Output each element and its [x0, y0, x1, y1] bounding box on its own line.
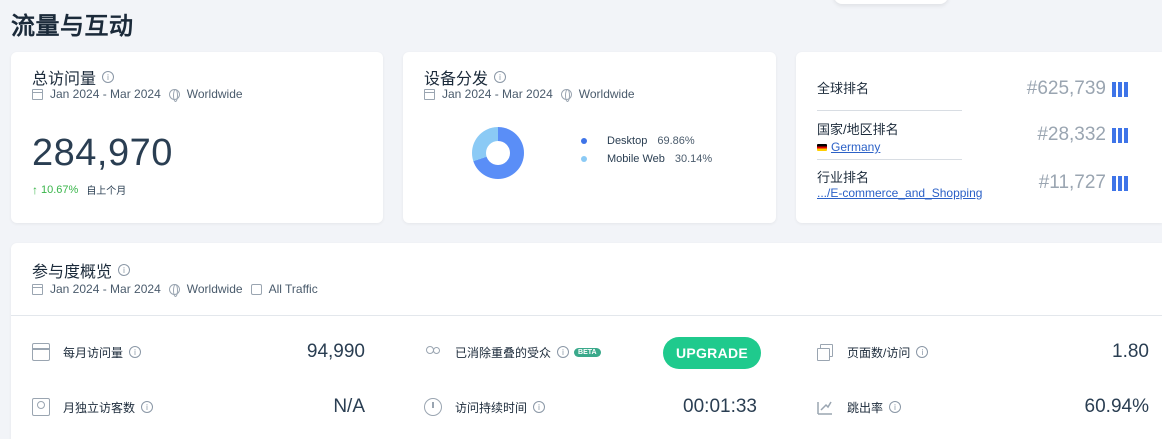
visit-duration-value: 00:01:33: [683, 396, 757, 417]
info-icon[interactable]: i: [102, 71, 115, 83]
arrow-up-icon: ↑: [32, 182, 38, 197]
date-range: Jan 2024 - Mar 2024: [50, 282, 161, 296]
mobile-dot: [581, 156, 587, 162]
globe-icon: [560, 88, 572, 102]
legend-label: Mobile Web: [607, 153, 665, 165]
date-range: Jan 2024 - Mar 2024: [50, 87, 161, 101]
bounce-rate-value: 60.94%: [1084, 396, 1149, 417]
dedup-audience-metric: 已消除重叠的受众 i BETA: [424, 343, 601, 361]
ranking-card: 全球排名 #625,739 国家/地区排名 Germany #28,332 行业…: [796, 52, 1162, 223]
calendar-icon: [32, 88, 43, 100]
bar-chart-icon: [1112, 81, 1128, 97]
monthly-visits-metric: 每月访问量 i: [32, 343, 142, 361]
divider: [817, 159, 962, 160]
device-meta: Jan 2024 - Mar 2024 Worldwide: [424, 87, 635, 102]
metric-label: 访问持续时间: [455, 400, 528, 415]
calendar-icon: [32, 343, 50, 361]
device-title-text: 设备分发: [424, 71, 489, 88]
divider: [11, 315, 1162, 316]
bar-chart-icon: [1112, 175, 1128, 191]
engagement-card: 参与度概览 i Jan 2024 - Mar 2024 Worldwide Al…: [11, 243, 1162, 439]
visit-duration-metric: 访问持续时间 i: [424, 398, 546, 416]
person-icon: [32, 398, 50, 416]
global-rank-value: #625,739: [1027, 78, 1128, 100]
country-rank-row: 国家/地区排名 Germany #28,332: [817, 119, 1128, 154]
users-icon: [424, 343, 442, 361]
metric-label: 月独立访客数: [63, 400, 136, 415]
clock-icon: [424, 398, 442, 416]
country-link-text[interactable]: Germany: [831, 140, 880, 154]
info-icon[interactable]: i: [129, 346, 142, 358]
engagement-title-text: 参与度概览: [32, 264, 113, 281]
page-title: 流量与互动: [11, 13, 134, 40]
visits-meta: Jan 2024 - Mar 2024 Worldwide: [32, 87, 243, 102]
date-range: Jan 2024 - Mar 2024: [442, 87, 553, 101]
info-icon[interactable]: i: [494, 71, 507, 83]
unique-visitors-value: N/A: [333, 396, 365, 417]
info-icon[interactable]: i: [889, 401, 902, 413]
traffic-type: All Traffic: [268, 282, 318, 296]
device-card: 设备分发 i Jan 2024 - Mar 2024 Worldwide Des…: [403, 52, 776, 223]
pages-per-visit-metric: 页面数/访问 i: [816, 343, 929, 361]
change-label: 自上个月: [86, 186, 127, 197]
monthly-visits-value: 94,990: [306, 341, 365, 362]
device-card-title: 设备分发 i: [424, 65, 507, 89]
germany-flag-icon: [817, 143, 827, 151]
globe-icon: [168, 283, 180, 297]
pages-icon: [816, 343, 834, 361]
industry-rank-value: #11,727: [1039, 172, 1128, 194]
legend-desktop: Desktop 69.86%: [581, 135, 695, 147]
bar-chart-icon: [1112, 127, 1128, 143]
unique-visitors-metric: 月独立访客数 i: [32, 398, 154, 416]
beta-badge: BETA: [574, 347, 601, 357]
bounce-icon: [816, 398, 834, 416]
total-visits-value: 284,970: [32, 132, 173, 174]
device-donut-chart: [472, 127, 524, 179]
legend-mobile: Mobile Web 30.14%: [581, 153, 712, 165]
info-icon[interactable]: i: [916, 346, 929, 358]
visits-card-title: 总访问量 i: [32, 65, 115, 89]
visits-card: 总访问量 i Jan 2024 - Mar 2024 Worldwide 284…: [11, 52, 383, 223]
globe-icon: [168, 88, 180, 102]
country-rank-value: #28,332: [1037, 124, 1128, 146]
info-icon[interactable]: i: [118, 264, 131, 276]
visits-change: ↑ 10.67% 自上个月: [32, 182, 127, 198]
visits-title-text: 总访问量: [32, 71, 97, 88]
engagement-meta: Jan 2024 - Mar 2024 Worldwide All Traffi…: [32, 282, 318, 297]
region: Worldwide: [186, 87, 243, 101]
rank-number: #11,727: [1038, 172, 1106, 193]
desktop-dot: [581, 138, 587, 144]
calendar-icon: [32, 283, 43, 295]
metric-label: 已消除重叠的受众: [455, 345, 552, 360]
rank-number: #28,332: [1037, 124, 1106, 145]
metric-label: 跳出率: [847, 400, 884, 415]
divider: [817, 110, 962, 111]
metric-label: 页面数/访问: [847, 345, 911, 360]
info-icon[interactable]: i: [141, 401, 154, 413]
industry-rank-row: 行业排名 .../E-commerce_and_Shopping #11,727: [817, 167, 1128, 200]
legend-label: Desktop: [607, 135, 648, 147]
traffic-icon: [250, 283, 262, 295]
info-icon[interactable]: i: [557, 346, 570, 358]
rank-number: #625,739: [1026, 78, 1106, 99]
upgrade-button[interactable]: UPGRADE: [663, 337, 761, 369]
top-popup: [834, 0, 948, 4]
bounce-rate-metric: 跳出率 i: [816, 398, 902, 416]
global-rank-row: 全球排名 #625,739: [817, 78, 1128, 100]
region: Worldwide: [186, 282, 243, 296]
pages-per-visit-value: 1.80: [1112, 341, 1149, 362]
info-icon[interactable]: i: [533, 401, 546, 413]
legend-pct: 69.86%: [657, 135, 695, 147]
metric-label: 每月访问量: [63, 345, 124, 360]
change-value: 10.67%: [41, 183, 79, 196]
calendar-icon: [424, 88, 435, 100]
engagement-title: 参与度概览 i: [32, 258, 131, 282]
legend-pct: 30.14%: [674, 153, 713, 165]
region: Worldwide: [578, 87, 635, 101]
